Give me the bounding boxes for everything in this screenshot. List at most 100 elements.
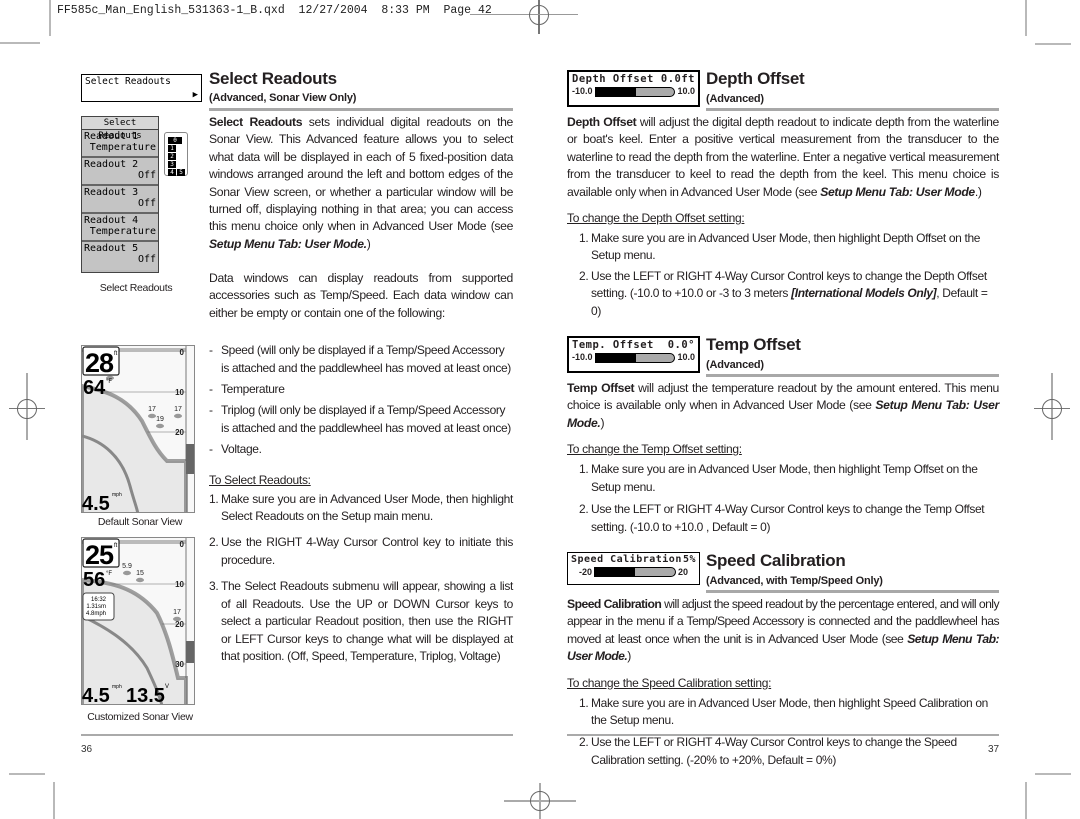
file-slug: FF585c_Man_English_531363-1_B.qxd 12/27/… [57, 4, 492, 17]
readout-row: Readout 2 Off [82, 158, 158, 186]
customized-sonar-view: 0102030405.9151725ft56°F16:321.31sm4.8mp… [81, 537, 195, 705]
depth-offset-procedure-heading: To change the Depth Offset setting: [567, 211, 745, 226]
step: 1. Make sure you are in Advanced User Mod… [209, 491, 513, 524]
select-readouts-menu-item: Select Readouts ▶ [81, 74, 202, 102]
menu-item-label: Select Readouts [85, 76, 171, 87]
fish-depth-label: 15 [136, 570, 144, 577]
readout-value: Temperature [89, 226, 156, 237]
speed-calibration-steps: 1. Make sure you are in Advanced User Mod… [567, 695, 999, 770]
temperature-unit: °F [106, 379, 112, 385]
readout-label: Readout 1 [84, 131, 139, 142]
readout-position-1: 1 [168, 145, 176, 152]
depth-offset-title: Depth Offset [706, 69, 805, 88]
step: 1. Make sure you are in Advanced User Mod… [579, 462, 978, 494]
default-sonar-caption: Default Sonar View [97, 516, 183, 528]
readout-row: Readout 3 Off [82, 186, 158, 214]
readout-value: Off [137, 170, 156, 181]
depth-offset-header: Depth Offset 0.0ft -10.0 10.0 Depth Offset… [567, 69, 999, 111]
temp-offset-procedure-heading: To change the Temp Offset setting: [567, 442, 742, 457]
bullet-dash: - [209, 382, 213, 397]
footer-rule-right [567, 734, 999, 736]
speed-calibration-title: Speed Calibration [706, 550, 846, 570]
readout-type-item: - Speed (will only be displayed if a Temp… [209, 343, 511, 375]
depth-readout: 28 [85, 348, 114, 378]
procedure-steps: 1. Make sure you are in Advanced User Mod… [209, 491, 513, 666]
triplog-line: 16:32 [91, 597, 107, 603]
page-number-right: 37 [988, 744, 1000, 755]
depth-offset-subtitle: (Advanced) [706, 93, 764, 105]
fish-symbol-icon [148, 413, 156, 419]
fish-depth-label: 5.9 [122, 563, 132, 570]
temp-offset-slider: Temp. Offset 0.0° -10.0 10.0 [567, 336, 700, 374]
temp-offset-title: Temp Offset [706, 335, 801, 355]
readout-value: Temperature [89, 142, 156, 153]
depth-scale-label: 0 [180, 540, 185, 549]
fish-depth-label: 17 [148, 406, 156, 413]
slider-track [594, 352, 676, 363]
speed-unit: mph [112, 492, 122, 498]
readout-value: Off [137, 254, 156, 265]
speed-calibration-header: Speed Calibration 5% -20 20 Speed Calibrat… [567, 550, 999, 593]
readout-position-3: 3 [168, 161, 176, 168]
right-page-content: Depth Offset 0.0ft -10.0 10.0 Depth Offset… [567, 69, 1000, 774]
section-rule [209, 108, 513, 111]
fish-symbol-icon [173, 616, 181, 622]
depth-scale-label: 20 [175, 620, 184, 629]
slider-track [594, 86, 676, 97]
readout-position-4: 4 [168, 169, 176, 176]
bullet-dash: - [209, 343, 213, 358]
temp-offset-steps: 1. Make sure you are in Advanced User Mod… [567, 461, 999, 536]
select-readouts-submenu: Select Readouts Readout 1 Temperature Read… [81, 116, 159, 273]
speed-readout: 4.5 [82, 493, 110, 513]
select-readouts-section: Select Readouts (Advanced, Sonar View On… [209, 70, 513, 674]
voltage-unit: V [165, 684, 169, 690]
fish-symbol-icon [123, 570, 131, 576]
step: 1. Make sure you are in Advanced User Mod… [579, 231, 981, 263]
temperature-readout: 56 [83, 569, 105, 591]
readout-value: Off [137, 198, 156, 209]
chevron-right-icon: ▶ [192, 90, 198, 100]
readout-label: Readout 5 [84, 243, 139, 254]
step: 2. Use the LEFT or RIGHT 4-Way Cursor Con… [579, 735, 957, 767]
depth-offset-slider: Depth Offset 0.0ft -10.0 10.0 [567, 70, 700, 107]
temp-offset-header: Temp. Offset 0.0° -10.0 10.0 Temp Offset (… [567, 335, 999, 378]
readout-label: Readout 3 [84, 187, 139, 198]
depth-unit: ft [114, 351, 118, 357]
temperature-unit: °F [106, 571, 112, 577]
speed-calibration-intro: Speed Calibration will adjust the speed … [567, 596, 1000, 664]
default-sonar-view: 010203040517191728ft64°F4.5mph [81, 345, 195, 513]
depth-readout: 25 [85, 540, 114, 570]
readout-label: Readout 2 [84, 159, 139, 170]
speed-calibration-subtitle: (Advanced, with Temp/Speed Only) [706, 574, 883, 587]
footer-rule-left [81, 734, 513, 736]
readout-type-item: - Temperature [209, 381, 513, 398]
step: 3. The Select Readouts submenu will appea… [209, 579, 513, 663]
step: 2. Use the RIGHT 4-Way Cursor Control key… [209, 535, 513, 567]
fish-symbol-icon [156, 423, 164, 429]
step: 1. Make sure you are in Advanced User Mod… [579, 695, 988, 727]
customized-sonar-caption: Customized Sonar View [87, 711, 193, 723]
fish-depth-label: 19 [156, 416, 164, 423]
readout-row: Readout 4 Temperature [82, 214, 158, 242]
step: 2. Use the LEFT or RIGHT 4-Way Cursor Con… [579, 268, 988, 318]
triplog-line: 4.8mph [86, 611, 106, 617]
temp-offset-intro: Temp Offset will adjust the temperature … [567, 381, 999, 430]
section-subtitle: (Advanced, Sonar View Only) [209, 92, 357, 104]
readout-row: Readout 1 Temperature [82, 130, 158, 158]
submenu-caption: Select Readouts [99, 282, 173, 294]
fish-symbol-icon [174, 413, 182, 419]
readout-row: Readout 5 Off [82, 242, 158, 270]
temp-offset-subtitle: (Advanced) [706, 359, 764, 372]
section-title: Select Readouts [209, 69, 337, 88]
section-para2: Data windows can display readouts from s… [209, 271, 513, 320]
readout-position-0: 0 [168, 137, 182, 144]
readout-label: Readout 4 [84, 215, 139, 226]
readout-position-map: 012345 [164, 132, 188, 176]
depth-scale-label: 10 [175, 388, 184, 397]
speed-calibration-slider: Speed Calibration 5% -20 20 [567, 551, 700, 585]
depth-unit: ft [114, 543, 118, 549]
readout-position-2: 2 [168, 153, 176, 160]
depth-offset-steps: 1. Make sure you are in Advanced User Mod… [567, 230, 999, 320]
color-bar [186, 444, 194, 474]
depth-scale-label: 20 [175, 428, 184, 437]
